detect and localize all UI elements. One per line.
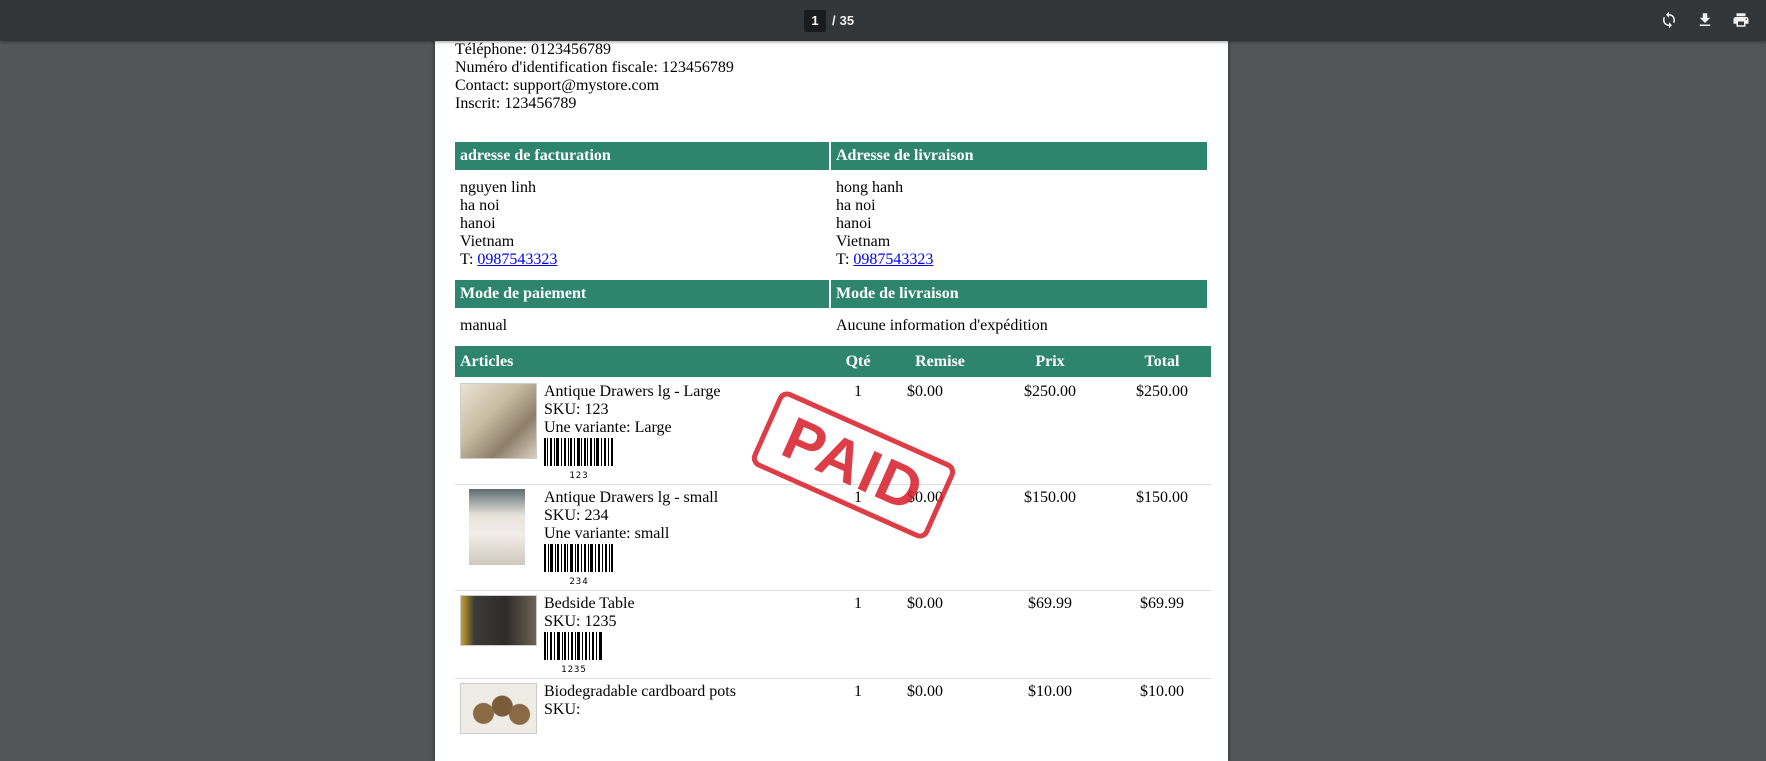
item-price: $10.00	[1028, 683, 1072, 700]
item-name: Bedside Table	[544, 595, 635, 612]
product-thumbnail	[460, 595, 537, 646]
billing-city: hanoi	[460, 215, 496, 232]
item-sku: SKU: 123	[544, 401, 609, 418]
billing-address: nguyen linh ha noi hanoi Vietnam T: 0987…	[460, 179, 557, 269]
item-price: $69.99	[1028, 595, 1072, 612]
page-total: 35	[839, 13, 855, 28]
shipping-address-header: Adresse de livraison	[831, 142, 1207, 170]
barcode: 1235	[544, 632, 604, 675]
billing-name: nguyen linh	[460, 179, 536, 196]
billing-address-header: adresse de facturation	[455, 142, 829, 170]
item-sku: SKU: 1235	[544, 613, 617, 630]
col-articles: Articles	[460, 353, 514, 370]
barcode-number: 1235	[561, 665, 587, 675]
store-phone: Téléphone: 0123456789	[455, 41, 611, 58]
pdf-toolbar: / 35	[0, 0, 1766, 41]
item-name: Antique Drawers lg - Large	[544, 383, 721, 400]
billing-phone-prefix: T:	[460, 251, 474, 268]
item-variant: Une variante: Large	[544, 419, 672, 436]
item-details: Antique Drawers lg - small SKU: 234 Une …	[544, 489, 718, 543]
print-icon	[1733, 13, 1749, 27]
barcode: 234	[544, 544, 614, 587]
col-total: Total	[1144, 353, 1180, 370]
print-button[interactable]	[1729, 8, 1753, 32]
barcode-bars	[544, 632, 602, 660]
barcode-number: 234	[569, 577, 589, 587]
item-sku: SKU:	[544, 701, 581, 718]
billing-phone-link[interactable]: 0987543323	[477, 251, 557, 268]
item-discount: $0.00	[907, 595, 943, 612]
shipping-phone-prefix: T:	[836, 251, 850, 268]
page-navigator: / 35	[804, 6, 854, 35]
billing-phone-line: T: 0987543323	[460, 251, 557, 269]
item-total: $10.00	[1140, 683, 1184, 700]
shipping-name: hong hanh	[836, 179, 904, 196]
col-discount: Remise	[915, 353, 965, 370]
store-contact: Contact: support@mystore.com	[455, 77, 660, 94]
item-variant: Une variante: small	[544, 525, 670, 542]
table-row: Bedside Table SKU: 1235 1235 1 $0.00 $69…	[455, 593, 1211, 677]
item-sku: SKU: 234	[544, 507, 609, 524]
row-divider	[455, 590, 1211, 591]
product-thumbnail	[460, 683, 537, 734]
page-number-input[interactable]	[804, 9, 826, 32]
store-info: Téléphone: 0123456789 Numéro d'identific…	[455, 41, 734, 113]
row-divider	[455, 678, 1211, 679]
col-price: Prix	[1035, 353, 1065, 370]
rotate-icon	[1663, 11, 1675, 29]
shipping-city: hanoi	[836, 215, 872, 232]
item-name: Antique Drawers lg - small	[544, 489, 719, 506]
barcode-number: 123	[569, 471, 589, 481]
shipping-street: ha noi	[836, 197, 876, 214]
shipping-address: hong hanh ha noi hanoi Vietnam T: 098754…	[836, 179, 933, 269]
download-icon	[1699, 13, 1711, 26]
item-discount: $0.00	[907, 683, 943, 700]
store-tax-id: Numéro d'identification fiscale: 1234567…	[455, 59, 734, 76]
item-details: Biodegradable cardboard pots SKU:	[544, 683, 736, 719]
pdf-page: Téléphone: 0123456789 Numéro d'identific…	[435, 41, 1228, 761]
delivery-method-header: Mode de livraison	[831, 280, 1207, 308]
item-price: $250.00	[1024, 383, 1076, 400]
barcode-bars	[544, 438, 613, 466]
billing-country: Vietnam	[460, 233, 515, 250]
table-row: Antique Drawers lg - small SKU: 234 Une …	[455, 487, 1211, 589]
shipping-phone-line: T: 0987543323	[836, 251, 933, 269]
payment-method-header: Mode de paiement	[455, 280, 829, 308]
item-name: Biodegradable cardboard pots	[544, 683, 736, 700]
item-details: Antique Drawers lg - Large SKU: 123 Une …	[544, 383, 721, 437]
store-registration: Inscrit: 123456789	[455, 95, 577, 112]
item-total: $150.00	[1136, 489, 1188, 506]
item-discount: $0.00	[907, 383, 943, 400]
barcode-bars	[544, 544, 613, 572]
product-thumbnail	[469, 489, 525, 565]
shipping-phone-link[interactable]: 0987543323	[853, 251, 933, 268]
shipping-country: Vietnam	[836, 233, 891, 250]
item-total: $250.00	[1136, 383, 1188, 400]
table-row: Biodegradable cardboard pots SKU: 1 $0.0…	[455, 681, 1211, 741]
item-price: $150.00	[1024, 489, 1076, 506]
download-button[interactable]	[1693, 8, 1717, 32]
payment-method-value: manual	[460, 317, 508, 334]
product-thumbnail	[460, 383, 537, 459]
item-details: Bedside Table SKU: 1235	[544, 595, 635, 631]
delivery-method-value: Aucune information d'expédition	[836, 317, 1048, 334]
col-qty: Qté	[845, 353, 871, 370]
barcode: 123	[544, 438, 614, 481]
billing-street: ha noi	[460, 197, 500, 214]
page-separator: /	[832, 13, 836, 28]
item-total: $69.99	[1140, 595, 1184, 612]
rotate-button[interactable]	[1657, 8, 1681, 32]
